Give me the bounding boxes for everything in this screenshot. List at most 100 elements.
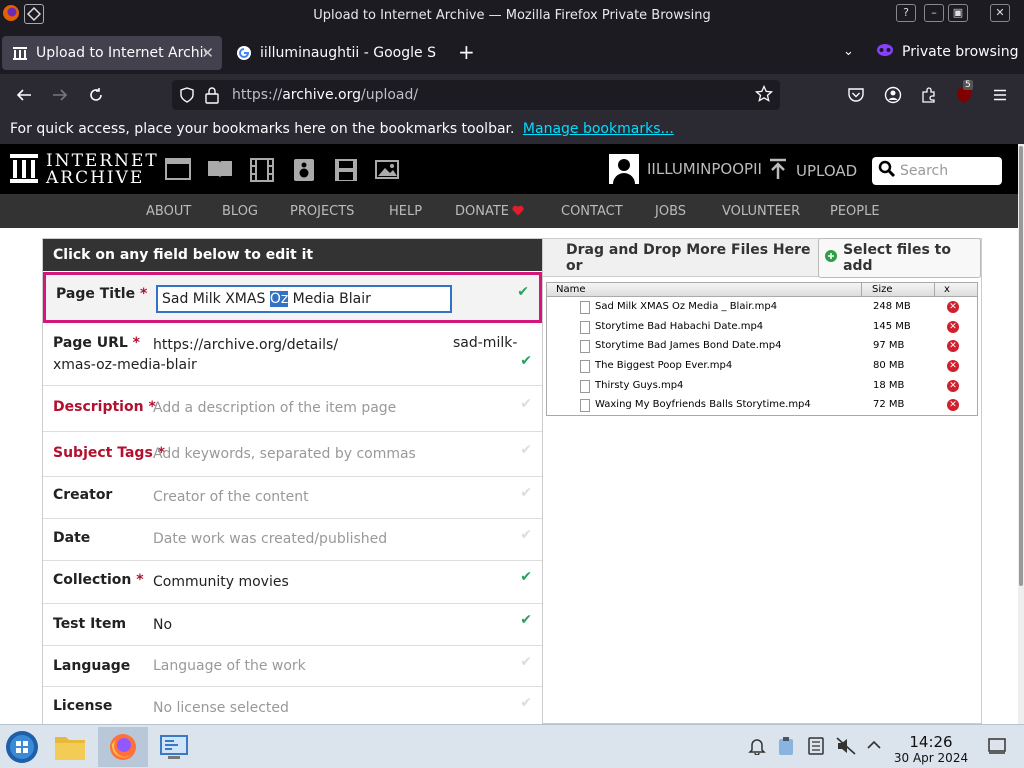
- page-url-slug-start[interactable]: sad-milk-: [453, 335, 517, 351]
- help-window-button[interactable]: ?: [896, 4, 916, 22]
- col-size-header[interactable]: Size: [872, 284, 893, 295]
- description-check-icon: ✔: [520, 396, 532, 412]
- license-row[interactable]: License No license selected ✔: [43, 687, 542, 724]
- remove-file-icon[interactable]: ✕: [947, 301, 959, 313]
- user-avatar: [609, 154, 639, 184]
- ublock-extension-icon[interactable]: 5: [953, 80, 975, 106]
- taskbar-clock[interactable]: 14:26 30 Apr 2024: [880, 733, 982, 765]
- system-settings-icon[interactable]: [154, 727, 194, 767]
- nav-about[interactable]: ABOUT: [146, 204, 191, 219]
- collection-row[interactable]: Collection * Community movies ✔: [43, 561, 542, 604]
- clipboard-icon[interactable]: [778, 736, 794, 760]
- user-menu[interactable]: IILLUMINPOOPII: [609, 154, 762, 184]
- hamburger-menu-icon[interactable]: [989, 84, 1011, 106]
- close-window-button[interactable]: ✕: [990, 4, 1010, 22]
- bookmarks-toolbar: For quick access, place your bookmarks h…: [0, 116, 1024, 144]
- firefox-taskbar-icon[interactable]: [98, 727, 148, 767]
- tracking-shield-icon[interactable]: [178, 86, 196, 108]
- tab-upload-archive[interactable]: Upload to Internet Archiv ✕: [2, 36, 222, 70]
- texts-book-icon[interactable]: [207, 158, 233, 182]
- language-row[interactable]: Language Language of the work ✔: [43, 646, 542, 687]
- reload-icon[interactable]: [85, 84, 107, 106]
- notifications-bell-icon[interactable]: [748, 737, 766, 759]
- software-floppy-icon[interactable]: [333, 158, 359, 182]
- forward-arrow-icon[interactable]: [49, 84, 71, 106]
- manage-bookmarks-link[interactable]: Manage bookmarks...: [523, 121, 674, 137]
- nav-blog[interactable]: BLOG: [222, 204, 258, 219]
- padlock-icon[interactable]: [204, 86, 220, 108]
- nav-contact[interactable]: CONTACT: [561, 204, 623, 219]
- file-icon: [580, 320, 590, 334]
- description-row[interactable]: Description * Add a description of the i…: [43, 386, 542, 432]
- private-mask-icon: [876, 43, 894, 61]
- col-name-header[interactable]: Name: [556, 284, 586, 295]
- remove-file-icon[interactable]: ✕: [947, 360, 959, 373]
- new-tab-button[interactable]: +: [458, 40, 475, 64]
- nav-jobs[interactable]: JOBS: [655, 204, 686, 219]
- maximize-window-button[interactable]: ▣: [948, 4, 968, 22]
- nav-help[interactable]: HELP: [389, 204, 422, 219]
- site-search-input[interactable]: Search: [872, 157, 1002, 185]
- nav-people[interactable]: PEOPLE: [830, 204, 880, 219]
- url-bar[interactable]: https://archive.org/upload/: [172, 80, 780, 110]
- drop-zone-bar[interactable]: Drag and Drop More Files Here or Select …: [543, 237, 981, 278]
- upload-button[interactable]: UPLOAD: [768, 158, 857, 184]
- nav-projects[interactable]: PROJECTS: [290, 204, 354, 219]
- upload-label: UPLOAD: [796, 162, 858, 180]
- remove-file-icon[interactable]: ✕: [947, 379, 959, 392]
- creator-row[interactable]: Creator Creator of the content ✔: [43, 477, 542, 519]
- video-film-icon[interactable]: [249, 158, 275, 182]
- nav-donate[interactable]: DONATE: [455, 204, 509, 219]
- file-manager-icon[interactable]: [50, 727, 90, 767]
- file-row[interactable]: Sad Milk XMAS Oz Media _ Blair.mp4 248 M…: [547, 297, 977, 317]
- file-row[interactable]: Storytime Bad Habachi Date.mp4 145 MB ✕: [547, 317, 977, 337]
- file-icon: [580, 360, 590, 374]
- web-archive-icon[interactable]: [165, 158, 191, 182]
- pocket-icon[interactable]: [845, 84, 867, 106]
- subject-tags-placeholder: Add keywords, separated by commas: [153, 446, 416, 462]
- page-scrollbar[interactable]: [1018, 144, 1024, 724]
- page-title-label-text: Page Title: [56, 286, 136, 302]
- show-desktop-icon[interactable]: [988, 738, 1006, 758]
- file-row[interactable]: Thirsty Guys.mp4 18 MB ✕: [547, 376, 977, 396]
- bookmark-star-icon[interactable]: [754, 84, 774, 107]
- subject-tags-row[interactable]: Subject Tags * Add keywords, separated b…: [43, 432, 542, 477]
- close-tab-icon[interactable]: ✕: [201, 44, 214, 62]
- file-row[interactable]: Storytime Bad James Bond Date.mp4 97 MB …: [547, 336, 977, 356]
- page-title-input[interactable]: Sad Milk XMAS Oz Media Blair: [156, 285, 452, 313]
- date-row[interactable]: Date Date work was created/published ✔: [43, 519, 542, 561]
- nav-volunteer[interactable]: VOLUNTEER: [722, 204, 800, 219]
- remove-file-icon[interactable]: ✕: [947, 320, 959, 333]
- images-icon[interactable]: [375, 158, 401, 182]
- form-header: Click on any field below to edit it: [43, 239, 542, 271]
- minimize-window-button[interactable]: –: [924, 4, 944, 22]
- internet-archive-logo[interactable]: INTERNET ARCHIVE: [10, 152, 159, 188]
- volume-muted-icon[interactable]: [836, 737, 856, 759]
- start-menu-button[interactable]: [2, 727, 42, 767]
- remove-file-icon[interactable]: ✕: [947, 340, 959, 353]
- remove-file-icon[interactable]: ✕: [947, 399, 959, 412]
- upload-arrow-icon: [768, 158, 788, 184]
- page-title-row[interactable]: Page Title * Sad Milk XMAS Oz Media Blai…: [43, 272, 542, 323]
- tab-google-search[interactable]: iilluminaughtii - Google S: [226, 36, 448, 70]
- list-tabs-chevron-icon[interactable]: ⌄: [843, 44, 854, 59]
- extensions-puzzle-icon[interactable]: [918, 84, 940, 106]
- select-files-button[interactable]: Select files to add: [818, 237, 981, 278]
- back-arrow-icon[interactable]: [13, 84, 35, 106]
- language-placeholder: Language of the work: [153, 658, 306, 674]
- page-url-slug-end[interactable]: xmas-oz-media-blair: [53, 357, 197, 373]
- logo-text: INTERNET ARCHIVE: [46, 153, 159, 187]
- search-placeholder: Search: [900, 163, 949, 179]
- storage-device-icon[interactable]: [808, 737, 824, 759]
- logo-line-2: ARCHIVE: [46, 168, 145, 188]
- google-favicon-icon: [236, 45, 252, 61]
- file-row[interactable]: Waxing My Boyfriends Balls Storytime.mp4…: [547, 395, 977, 415]
- audio-speaker-icon[interactable]: [291, 158, 317, 182]
- page-url-base: https://archive.org/details/: [153, 337, 339, 353]
- file-row[interactable]: The Biggest Poop Ever.mp4 80 MB ✕: [547, 356, 977, 376]
- account-icon[interactable]: [882, 84, 904, 106]
- scrollbar-thumb[interactable]: [1019, 146, 1023, 586]
- description-label-text: Description: [53, 399, 144, 415]
- page-url-row[interactable]: Page URL * https://archive.org/details/ …: [43, 323, 542, 386]
- test-item-row[interactable]: Test Item No ✔: [43, 604, 542, 646]
